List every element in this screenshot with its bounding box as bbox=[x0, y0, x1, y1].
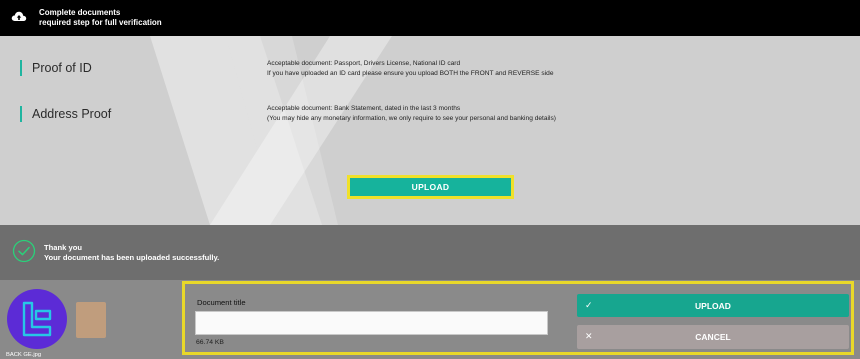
proof-of-id-line-2: If you have uploaded an ID card please e… bbox=[267, 70, 554, 77]
upload-button-main[interactable]: UPLOAD bbox=[347, 175, 514, 199]
document-form-panel: Document title 66.74 KB ✓ UPLOAD ✕ CANCE… bbox=[182, 281, 854, 355]
address-proof-line-2: (You may hide any monetary information, … bbox=[267, 115, 556, 122]
address-proof-title: Address Proof bbox=[20, 106, 111, 122]
document-thumbnail[interactable] bbox=[76, 302, 106, 338]
document-title-label: Document title bbox=[197, 298, 246, 307]
success-message: Thank you Your document has been uploade… bbox=[44, 243, 219, 263]
broker-logo-mark bbox=[22, 301, 52, 337]
cancel-button-label: CANCEL bbox=[695, 332, 731, 342]
document-title-input[interactable] bbox=[195, 311, 548, 335]
success-text: Your document has been uploaded successf… bbox=[44, 253, 220, 262]
address-proof-line-1: Acceptable document: Bank Statement, dat… bbox=[267, 105, 461, 112]
file-size: 66.74 KB bbox=[196, 339, 224, 346]
proof-of-id-description: Acceptable document: Passport, Drivers L… bbox=[267, 59, 554, 79]
address-proof-description: Acceptable document: Bank Statement, dat… bbox=[267, 104, 556, 124]
check-circle-icon bbox=[12, 239, 36, 263]
banner-title: Complete documents bbox=[39, 8, 121, 17]
upload-form-area: BACK GE.jpg Document title 66.74 KB ✓ UP… bbox=[0, 280, 860, 359]
proof-of-id-title: Proof of ID bbox=[20, 60, 92, 76]
proof-of-id-line-1: Acceptable document: Passport, Drivers L… bbox=[267, 60, 461, 67]
broker-logo bbox=[7, 289, 67, 349]
upload-button[interactable]: ✓ UPLOAD bbox=[577, 294, 849, 317]
upload-button-label: UPLOAD bbox=[695, 301, 731, 311]
success-notice: Thank you Your document has been uploade… bbox=[0, 225, 860, 280]
file-name: BACK GE.jpg bbox=[6, 352, 42, 358]
banner-message: Complete documents required step for ful… bbox=[39, 8, 162, 28]
banner-subtitle: required step for full verification bbox=[39, 18, 162, 27]
top-banner: Complete documents required step for ful… bbox=[0, 0, 860, 36]
documents-panel: Proof of ID Acceptable document: Passpor… bbox=[0, 36, 860, 225]
cancel-button[interactable]: ✕ CANCEL bbox=[577, 325, 849, 349]
success-title: Thank you bbox=[44, 243, 82, 252]
cloud-upload-icon bbox=[11, 11, 27, 21]
